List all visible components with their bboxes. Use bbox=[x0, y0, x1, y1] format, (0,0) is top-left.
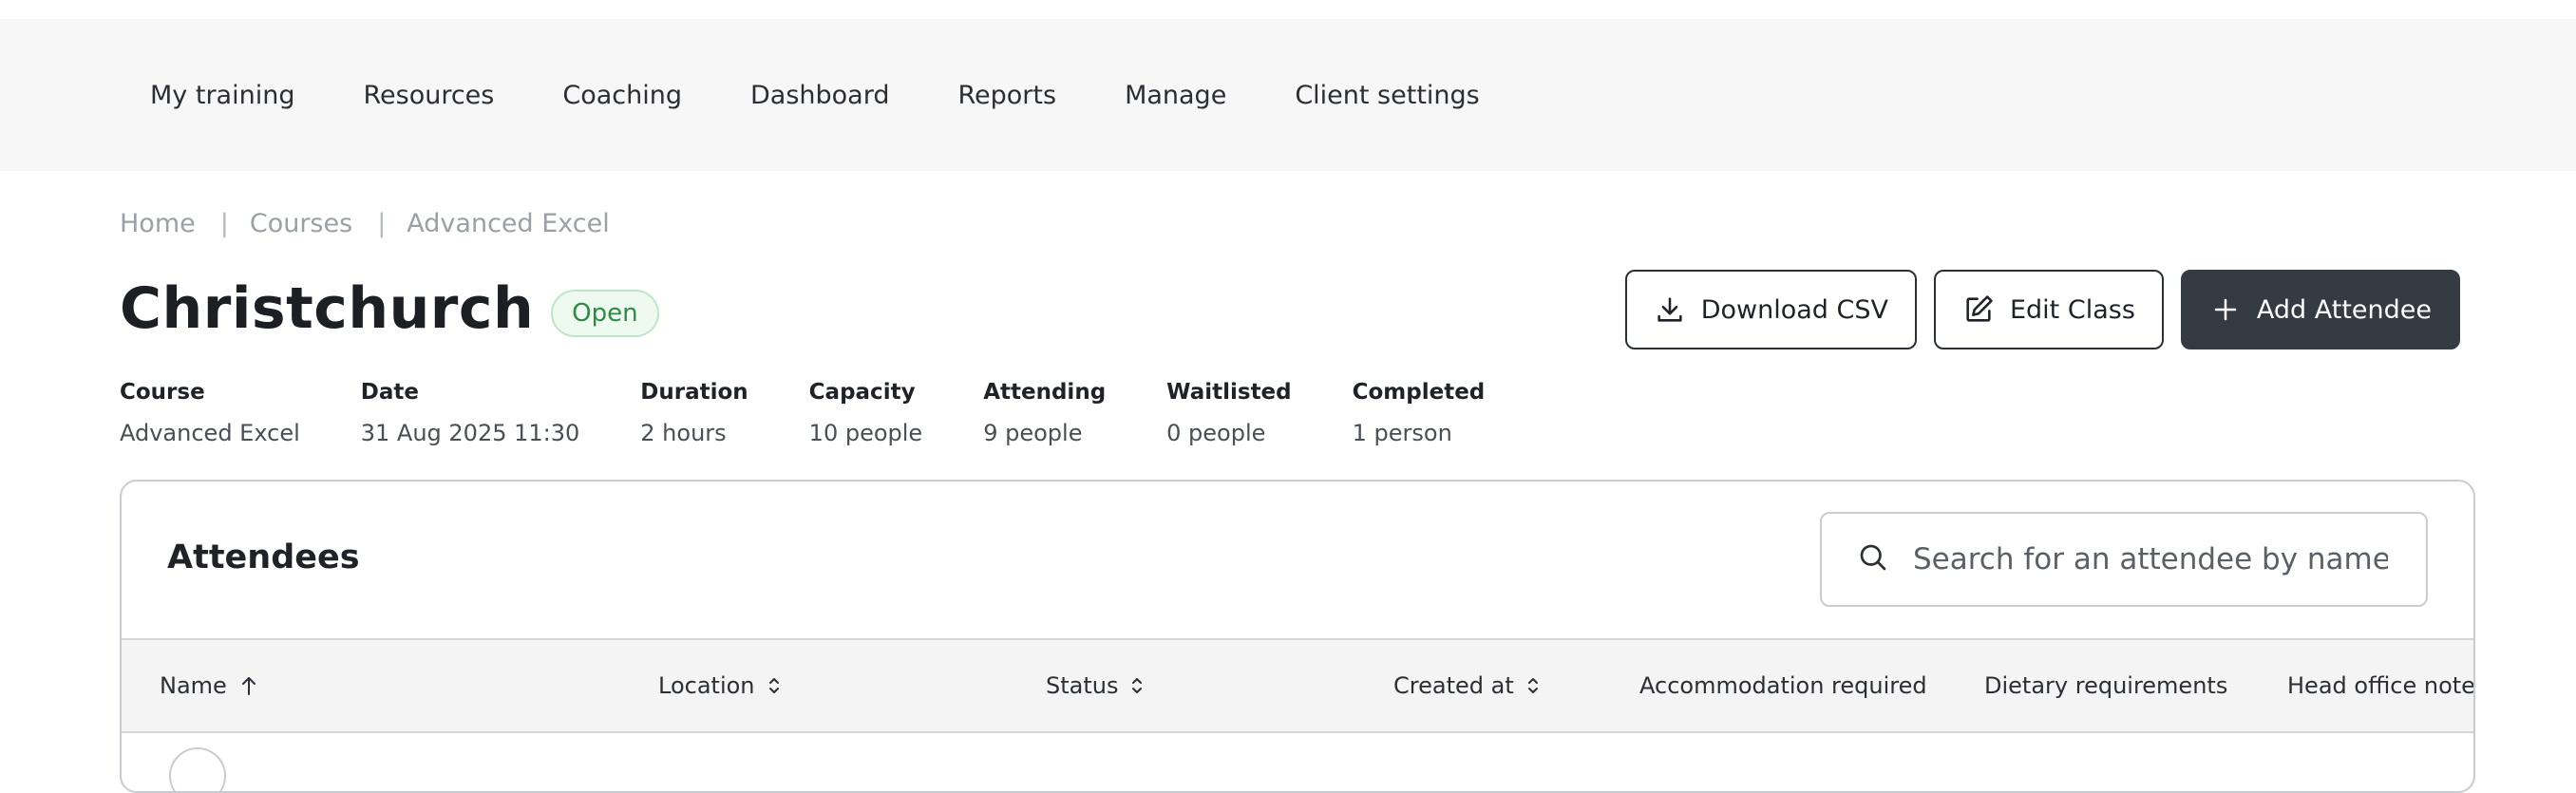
edit-class-label: Edit Class bbox=[2009, 294, 2135, 325]
meta-date: Date 31 Aug 2025 11:30 bbox=[361, 380, 580, 446]
column-accommodation-required: Accommodation required bbox=[1639, 672, 1927, 699]
search-box[interactable] bbox=[1820, 512, 2428, 607]
attendees-title: Attendees bbox=[167, 538, 360, 576]
plus-icon bbox=[2209, 293, 2242, 326]
meta-value: 10 people bbox=[808, 420, 923, 446]
nav-reports[interactable]: Reports bbox=[957, 81, 1056, 110]
table-header: Name Location Status Created at Accommod… bbox=[122, 638, 2475, 733]
column-head-office-notes: Head office notes bbox=[2287, 672, 2475, 699]
nav-resources[interactable]: Resources bbox=[363, 81, 494, 110]
edit-class-button[interactable]: Edit Class bbox=[1933, 270, 2164, 349]
breadcrumb-separator: | bbox=[219, 209, 229, 238]
column-name-label: Name bbox=[160, 672, 227, 699]
meta-value: 2 hours bbox=[640, 420, 727, 446]
title-row: Christchurch Open bbox=[120, 275, 659, 342]
nav-my-training[interactable]: My training bbox=[150, 81, 294, 110]
column-dietary-requirements: Dietary requirements bbox=[1984, 672, 2228, 699]
meta-course: Course Advanced Excel bbox=[120, 380, 300, 446]
class-details: Course Advanced Excel Date 31 Aug 2025 1… bbox=[120, 380, 1545, 446]
top-navigation-bar: My training Resources Coaching Dashboard… bbox=[0, 19, 2576, 171]
column-created-at[interactable]: Created at bbox=[1393, 640, 1541, 731]
meta-value: 9 people bbox=[983, 420, 1083, 446]
column-location-label: Location bbox=[658, 672, 755, 699]
meta-label: Waitlisted bbox=[1166, 380, 1292, 405]
meta-label: Completed bbox=[1352, 380, 1486, 405]
breadcrumb-home[interactable]: Home bbox=[120, 209, 196, 238]
meta-label: Course bbox=[120, 380, 205, 405]
avatar bbox=[169, 747, 226, 791]
sort-ascending-icon bbox=[241, 677, 256, 695]
main-nav: My training Resources Coaching Dashboard… bbox=[150, 19, 1548, 171]
meta-duration: Duration 2 hours bbox=[640, 380, 748, 446]
breadcrumb-courses[interactable]: Courses bbox=[250, 209, 352, 238]
page-title: Christchurch bbox=[120, 275, 535, 342]
column-created-at-label: Created at bbox=[1393, 672, 1514, 699]
status-badge: Open bbox=[551, 290, 659, 337]
meta-label: Duration bbox=[640, 380, 748, 405]
meta-completed: Completed 1 person bbox=[1353, 380, 1486, 446]
sort-icon bbox=[768, 678, 779, 693]
add-attendee-label: Add Attendee bbox=[2256, 294, 2432, 325]
column-status[interactable]: Status bbox=[1046, 640, 1145, 731]
meta-value: 31 Aug 2025 11:30 bbox=[360, 420, 580, 446]
breadcrumb-current[interactable]: Advanced Excel bbox=[407, 209, 609, 238]
meta-value: Advanced Excel bbox=[120, 420, 300, 446]
meta-label: Attending bbox=[983, 380, 1107, 405]
sort-icon bbox=[1527, 678, 1538, 693]
breadcrumb-separator: | bbox=[377, 209, 387, 238]
column-name[interactable]: Name bbox=[160, 640, 259, 731]
nav-client-settings[interactable]: Client settings bbox=[1295, 81, 1479, 110]
nav-coaching[interactable]: Coaching bbox=[562, 81, 682, 110]
download-icon bbox=[1654, 293, 1686, 326]
download-csv-button[interactable]: Download CSV bbox=[1624, 270, 1917, 349]
nav-dashboard[interactable]: Dashboard bbox=[750, 81, 889, 110]
search-input[interactable] bbox=[1913, 542, 2388, 576]
meta-value: 1 person bbox=[1352, 420, 1452, 446]
search-icon bbox=[1856, 540, 1890, 578]
meta-value: 0 people bbox=[1166, 420, 1266, 446]
sort-icon bbox=[1132, 678, 1143, 693]
meta-waitlisted: Waitlisted 0 people bbox=[1166, 380, 1291, 446]
column-location[interactable]: Location bbox=[658, 640, 782, 731]
nav-manage[interactable]: Manage bbox=[1125, 81, 1226, 110]
edit-icon bbox=[1962, 293, 1995, 326]
column-status-label: Status bbox=[1046, 672, 1119, 699]
meta-attending: Attending 9 people bbox=[983, 380, 1106, 446]
breadcrumb: Home | Courses | Advanced Excel bbox=[120, 209, 610, 238]
meta-label: Date bbox=[360, 380, 419, 405]
meta-capacity: Capacity 10 people bbox=[809, 380, 923, 446]
action-buttons: Download CSV Edit Class Add Attendee bbox=[1608, 270, 2460, 349]
add-attendee-button[interactable]: Add Attendee bbox=[2180, 270, 2460, 349]
meta-label: Capacity bbox=[808, 380, 916, 405]
download-csv-label: Download CSV bbox=[1700, 294, 1888, 325]
attendees-card: Attendees Name Location Status bbox=[120, 480, 2475, 793]
